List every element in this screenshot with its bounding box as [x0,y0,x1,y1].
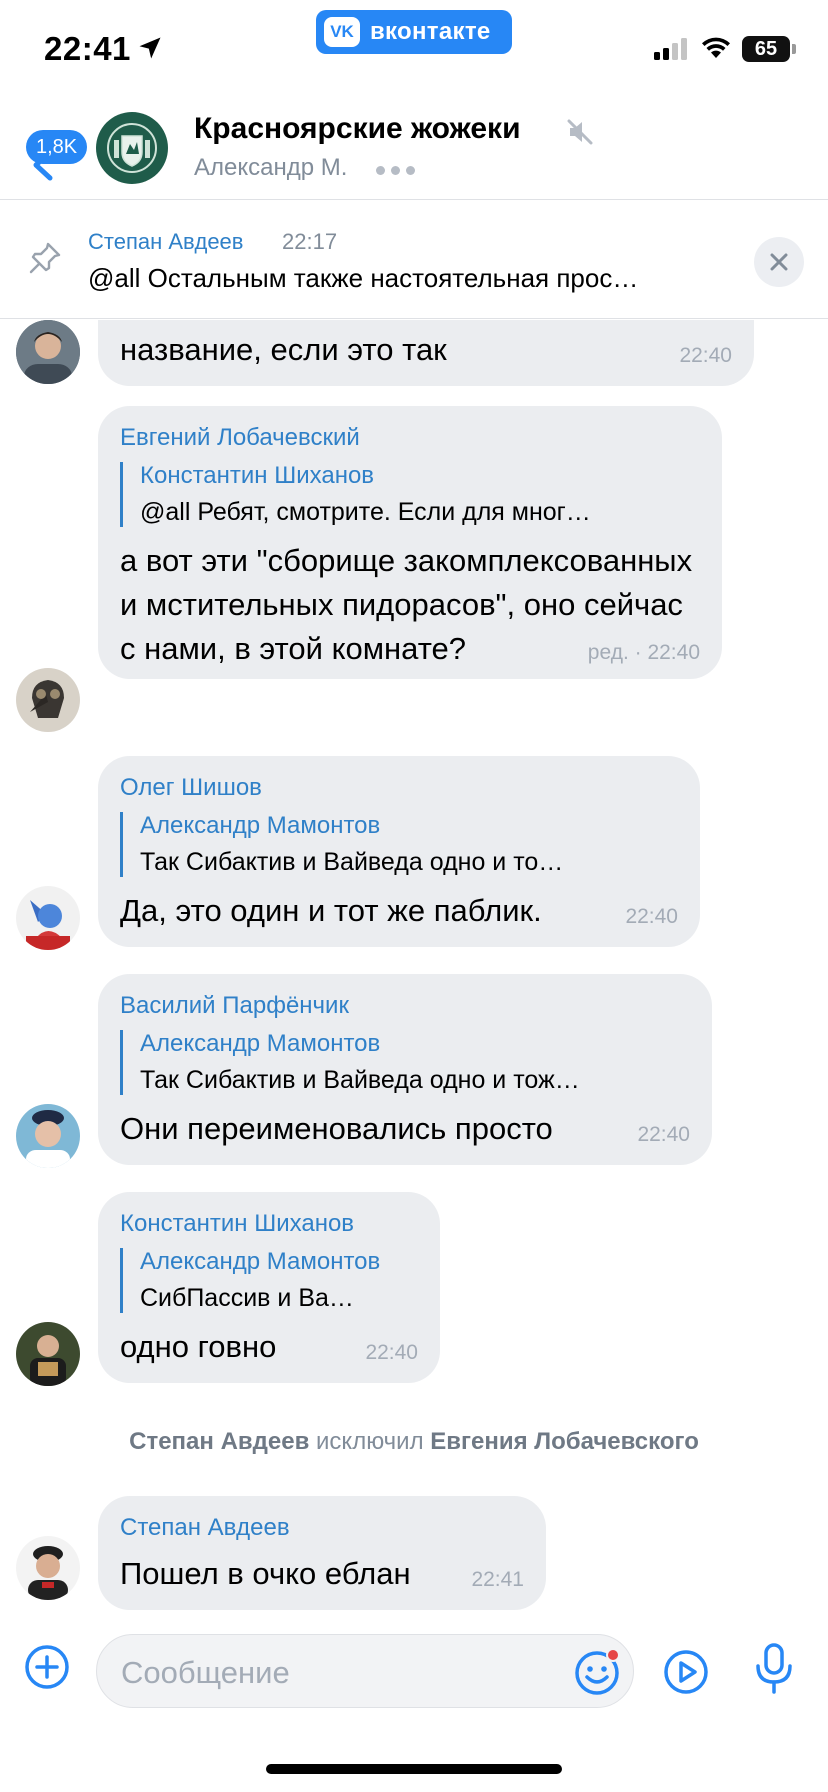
message-bubble[interactable]: Евгений Лобачевский Константин Шиханов @… [98,406,722,679]
reply-text: @all Ребят, смотрите. Если для мног… [140,498,591,526]
location-arrow-icon [139,37,161,59]
message-placeholder: Сообщение [121,1655,290,1690]
battery-indicator: 65 [742,36,796,62]
message-bubble[interactable]: Степан Авдеев Пошел в очко еблан 22:41 [98,1496,546,1610]
home-indicator[interactable] [266,1764,562,1774]
reply-author: Александр Мамонтов [140,1030,381,1057]
video-message-icon[interactable] [662,1648,710,1696]
message-text: Пошел в очко еблан [120,1556,411,1591]
message-author[interactable]: Степан Авдеев [120,1514,524,1542]
reply-quote[interactable]: Александр Мамонтов СибПассив и Ва… [120,1248,418,1313]
typing-dots-icon [376,166,415,175]
microphone-icon[interactable] [752,1642,796,1696]
add-attachment-icon[interactable] [24,1644,70,1690]
message-bubble[interactable]: Олег Шишов Александр Мамонтов Так Сибакт… [98,756,700,947]
pinned-text: @all Остальным также настоятельная прос… [88,263,639,293]
reply-author: Александр Мамонтов [140,812,381,839]
vk-app-label: вконтакте [370,18,491,45]
avatar[interactable] [16,886,80,950]
message-feed[interactable]: название, если это так 22:40 Евгений Лоб… [0,320,828,1610]
pinned-message-bar[interactable]: Степан Авдеев 22:17 @all Остальным также… [0,201,828,319]
chat-header: 1,8K Красноярские жожеки Александр М. [0,100,828,200]
message-bubble[interactable]: Василий Парфёнчик Александр Мамонтов Так… [98,974,712,1165]
message-bubble[interactable]: название, если это так 22:40 [98,320,754,386]
message-text: одно говно [120,1329,277,1364]
message-time: 22:40 [637,1123,690,1146]
reply-text: Так Сибактив и Вайведа одно и тож… [140,1066,580,1094]
avatar[interactable] [16,1536,80,1600]
service-action: исключил [316,1428,424,1455]
cellular-signal-icon [654,38,687,60]
reply-quote[interactable]: Александр Мамонтов Так Сибактив и Вайвед… [120,812,678,877]
avatar[interactable] [16,1104,80,1168]
muted-speaker-icon [567,119,593,145]
message-author[interactable]: Василий Парфёнчик [120,992,690,1020]
message-time: 22:40 [679,344,732,367]
unread-count-badge: 1,8K [26,130,88,164]
wifi-icon [702,37,730,58]
close-icon [770,253,788,271]
message-time: 22:40 [365,1341,418,1364]
reply-text: Так Сибактив и Вайведа одно и то… [140,848,564,876]
reply-text: СибПассив и Ва… [140,1284,354,1312]
service-actor[interactable]: Степан Авдеев [129,1428,309,1455]
reply-author: Александр Мамонтов [140,1248,381,1275]
reply-quote[interactable]: Константин Шиханов @all Ребят, смотрите.… [120,462,700,527]
service-message: Степан Авдеев исключил Евгения Лобачевск… [0,1428,828,1456]
message-time: 22:40 [625,905,678,928]
message-input[interactable]: Сообщение [96,1634,634,1708]
avatar[interactable] [16,320,80,384]
status-bar: 22:41 VK вконтакте 65 [0,0,828,100]
avatar[interactable] [16,668,80,732]
group-avatar[interactable] [96,112,168,184]
status-time: 22:41 [44,30,131,67]
service-target[interactable]: Евгения Лобачевского [430,1428,699,1455]
back-button[interactable]: 1,8K [18,120,90,182]
message-bubble[interactable]: Константин Шиханов Александр Мамонтов Си… [98,1192,440,1383]
avatar[interactable] [16,1322,80,1386]
message-time: 22:41 [471,1568,524,1591]
reply-author: Константин Шиханов [140,462,375,489]
emoji-icon[interactable] [573,1647,623,1697]
pinned-time: 22:17 [282,229,338,254]
reply-quote[interactable]: Александр Мамонтов Так Сибактив и Вайвед… [120,1030,690,1095]
message-author[interactable]: Константин Шиханов [120,1210,418,1238]
close-pinned-button[interactable] [754,237,804,287]
vk-logo-icon: VK [324,17,360,47]
message-author[interactable]: Олег Шишов [120,774,678,802]
chat-title[interactable]: Красноярские жожеки [194,112,521,146]
message-author[interactable]: Евгений Лобачевский [120,424,700,452]
coat-of-arms-icon [107,123,157,173]
pin-icon [29,242,61,274]
typing-status: Александр М. [194,154,348,181]
vk-app-badge[interactable]: VK вконтакте [316,10,512,54]
pinned-author: Степан Авдеев [88,229,244,254]
message-text: Да, это один и тот же паблик. [120,893,542,928]
message-text: название, если это так [120,332,447,367]
message-text: Они переименовались просто [120,1111,553,1146]
message-composer: Сообщение [0,1610,828,1720]
